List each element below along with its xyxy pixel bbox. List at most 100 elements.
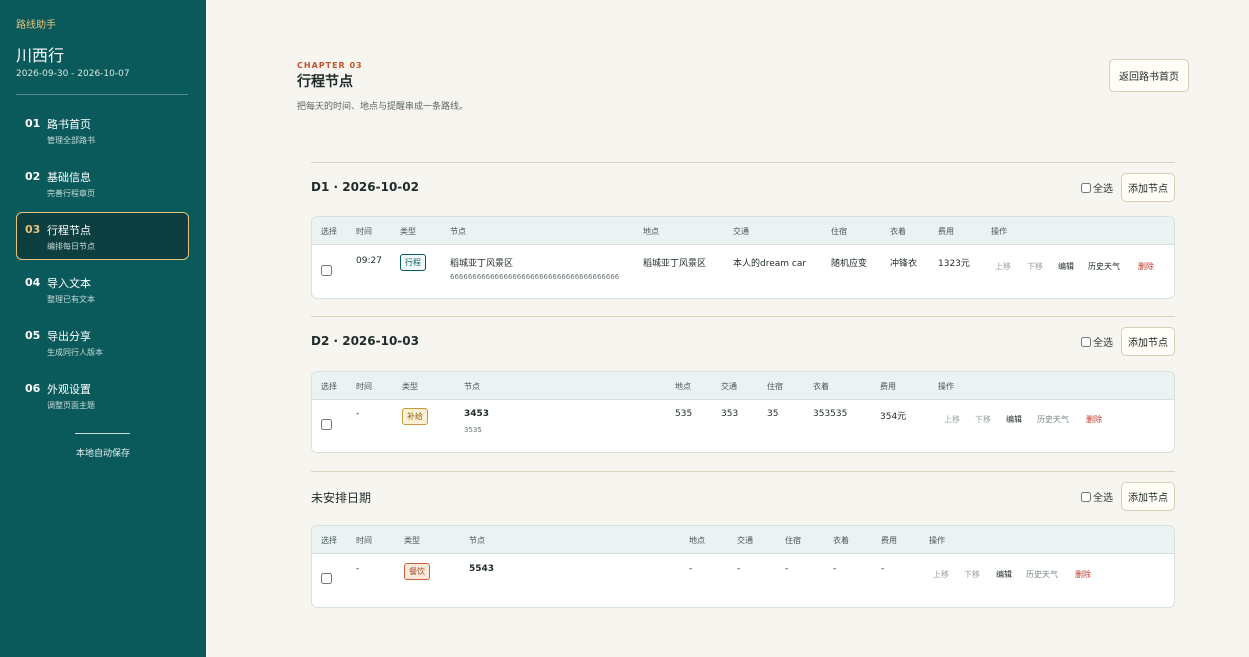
sidebar-item-sub: 完善行程章页 [47, 189, 95, 198]
column-header: 衣着 [890, 227, 906, 236]
select-all[interactable]: 全选 [1081, 489, 1113, 504]
column-header: 地点 [643, 227, 659, 236]
column-header: 节点 [450, 227, 466, 236]
column-header: 费用 [880, 382, 896, 391]
page-description: 把每天的时间、地点与提醒串成一条路线。 [297, 102, 469, 112]
trip-title: 川西行 [16, 46, 65, 65]
select-all-label: 全选 [1093, 184, 1113, 195]
row-checkbox[interactable] [321, 573, 332, 584]
column-header: 费用 [881, 536, 897, 545]
add-node-button[interactable]: 添加节点 [1121, 482, 1175, 511]
table-header: 选择 时间 类型 节点 地点 交通 住宿 衣着 费用 操作 [312, 526, 1174, 554]
node-time: - [356, 564, 360, 574]
back-to-home-button[interactable]: 返回路书首页 [1109, 59, 1189, 92]
add-node-button[interactable]: 添加节点 [1121, 327, 1175, 356]
delete-button[interactable]: 删除 [1075, 569, 1091, 580]
row-checkbox[interactable] [321, 265, 332, 276]
node-note: 3535 [464, 426, 482, 434]
move-up-button[interactable]: 上移 [995, 261, 1011, 272]
add-node-button[interactable]: 添加节点 [1121, 173, 1175, 202]
edit-button[interactable]: 编辑 [1058, 261, 1074, 272]
column-header: 操作 [991, 227, 1007, 236]
row-checkbox[interactable] [321, 419, 332, 430]
sidebar-item-number: 06 [25, 382, 41, 395]
node-transport: 353 [721, 409, 739, 419]
node-name: 稻城亚丁风景区 [450, 259, 514, 269]
sidebar-item-number: 02 [25, 170, 41, 183]
sidebar-item-number: 01 [25, 117, 41, 130]
column-header: 节点 [464, 382, 480, 391]
node-name: 3453 [464, 409, 490, 419]
table-header: 选择 时间 类型 节点 地点 交通 住宿 衣着 费用 操作 [312, 217, 1174, 245]
node-place: 稻城亚丁风景区 [643, 259, 707, 269]
node-wear: - [833, 564, 837, 574]
sidebar-item-label: 行程节点 [47, 224, 91, 237]
column-header: 时间 [356, 227, 372, 236]
autosave-status: 本地自动保存 [75, 449, 130, 459]
move-down-button[interactable]: 下移 [964, 569, 980, 580]
history-weather-button[interactable]: 历史天气 [1026, 569, 1058, 580]
history-weather-button[interactable]: 历史天气 [1088, 261, 1120, 272]
sidebar-item-label: 导入文本 [47, 277, 91, 290]
select-all-label: 全选 [1093, 338, 1113, 349]
select-all[interactable]: 全选 [1081, 334, 1113, 349]
node-table: 选择 时间 类型 节点 地点 交通 住宿 衣着 费用 操作 - 餐饮 5543 … [311, 525, 1175, 608]
node-time: - [356, 409, 360, 419]
node-table: 选择 时间 类型 节点 地点 交通 住宿 衣着 费用 操作 - 补给 3453 … [311, 371, 1175, 453]
delete-button[interactable]: 删除 [1086, 414, 1102, 425]
edit-button[interactable]: 编辑 [1006, 414, 1022, 425]
node-name: 5543 [469, 564, 495, 574]
day-divider [311, 316, 1175, 317]
day-divider [311, 162, 1175, 163]
sidebar-item-sub: 调整页面主题 [47, 401, 95, 410]
select-all-checkbox[interactable] [1081, 182, 1091, 193]
move-up-button[interactable]: 上移 [944, 414, 960, 425]
node-type-badge: 行程 [400, 254, 426, 271]
sidebar-item-label: 路书首页 [47, 118, 91, 131]
select-all[interactable]: 全选 [1081, 180, 1113, 195]
node-stay: - [785, 564, 789, 574]
column-header: 选择 [321, 382, 337, 391]
edit-button[interactable]: 编辑 [996, 569, 1012, 580]
move-down-button[interactable]: 下移 [975, 414, 991, 425]
sidebar-item-export-share[interactable]: 05 导出分享 生成同行人版本 [16, 318, 189, 366]
move-up-button[interactable]: 上移 [933, 569, 949, 580]
sidebar-item-itinerary-nodes[interactable]: 03 行程节点 编排每日节点 [16, 212, 189, 260]
node-stay: 随机应变 [831, 259, 868, 269]
column-header: 操作 [929, 536, 945, 545]
node-cost: - [881, 564, 885, 574]
column-header: 交通 [721, 382, 737, 391]
node-transport: - [737, 564, 741, 574]
autosave-divider [75, 433, 130, 434]
select-all-label: 全选 [1093, 493, 1113, 504]
column-header: 住宿 [831, 227, 847, 236]
sidebar-item-appearance[interactable]: 06 外观设置 调整页面主题 [16, 371, 189, 419]
node-time: 09:27 [356, 256, 382, 266]
sidebar-item-home[interactable]: 01 路书首页 管理全部路书 [16, 106, 189, 154]
node-cost: 354元 [880, 412, 907, 422]
node-place: 535 [675, 409, 693, 419]
column-header: 选择 [321, 227, 337, 236]
sidebar-item-sub: 整理已有文本 [47, 295, 95, 304]
history-weather-button[interactable]: 历史天气 [1037, 414, 1069, 425]
node-place: - [689, 564, 693, 574]
sidebar-item-basic-info[interactable]: 02 基础信息 完善行程章页 [16, 159, 189, 207]
column-header: 时间 [356, 382, 372, 391]
node-table: 选择 时间 类型 节点 地点 交通 住宿 衣着 费用 操作 09:27 行程 稻… [311, 216, 1175, 299]
select-all-checkbox[interactable] [1081, 336, 1091, 347]
select-all-checkbox[interactable] [1081, 491, 1091, 502]
node-wear: 353535 [813, 409, 848, 419]
node-cost: 1323元 [938, 259, 970, 269]
sidebar-item-import-text[interactable]: 04 导入文本 整理已有文本 [16, 265, 189, 313]
page-title: 行程节点 [297, 74, 353, 90]
column-header: 交通 [737, 536, 753, 545]
day-divider [311, 471, 1175, 472]
brand-name: 路线助手 [16, 20, 56, 31]
sidebar-item-number: 05 [25, 329, 41, 342]
delete-button[interactable]: 删除 [1138, 261, 1154, 272]
sidebar-item-number: 04 [25, 276, 41, 289]
column-header: 操作 [938, 382, 954, 391]
column-header: 地点 [689, 536, 705, 545]
column-header: 住宿 [767, 382, 783, 391]
move-down-button[interactable]: 下移 [1027, 261, 1043, 272]
